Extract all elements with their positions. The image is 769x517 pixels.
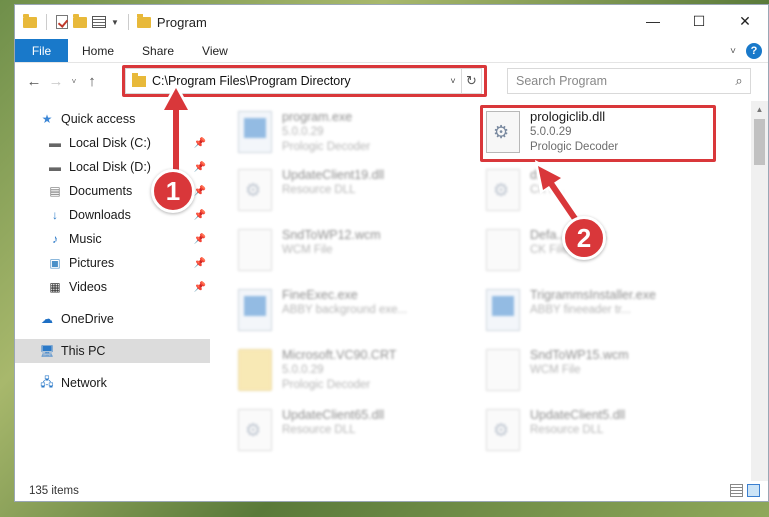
arrow-to-address-bar — [160, 82, 192, 181]
step-1-badge: 1 — [151, 169, 195, 213]
annotation-arrows — [160, 82, 586, 232]
arrow-to-dll-file — [535, 160, 586, 232]
step-2-badge: 2 — [562, 216, 606, 260]
